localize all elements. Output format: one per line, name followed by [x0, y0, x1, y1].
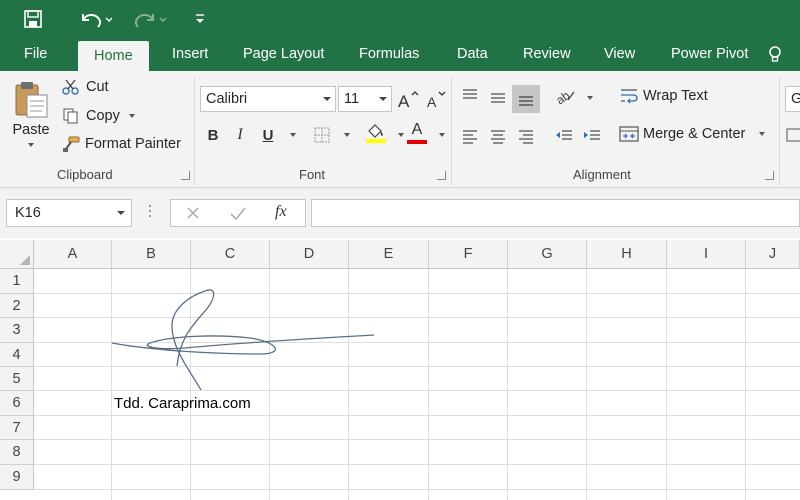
number-format-value: G — [791, 91, 800, 107]
ribbon: Paste Cut Copy Format Painter Clipboard … — [0, 71, 800, 188]
group-separator — [779, 77, 780, 185]
tab-page-layout[interactable]: Page Layout — [243, 38, 324, 71]
wrap-text-icon — [621, 89, 638, 104]
underline-button[interactable]: U — [256, 123, 280, 147]
number-format-select[interactable]: G — [785, 86, 800, 112]
align-center-icon[interactable] — [486, 124, 510, 148]
tab-power-pivot[interactable]: Power Pivot — [671, 38, 748, 71]
format-painter-button[interactable]: Format Painter — [62, 135, 181, 153]
paintbrush-icon — [63, 136, 80, 152]
font-group-label: Font — [299, 167, 326, 182]
tab-formulas[interactable]: Formulas — [359, 38, 419, 71]
ribbon-tabs: File Home Insert Page Layout Formulas Da… — [0, 38, 800, 71]
clipboard-icon — [15, 82, 48, 118]
decrease-font-size-icon[interactable]: A — [424, 87, 448, 111]
copy-dropdown-icon[interactable] — [128, 114, 135, 118]
tab-review[interactable]: Review — [523, 38, 571, 71]
italic-button[interactable]: I — [228, 123, 252, 147]
copy-button[interactable]: Copy — [62, 107, 135, 125]
name-box[interactable]: K16 — [6, 199, 132, 227]
redo-icon[interactable] — [128, 6, 170, 32]
paste-button[interactable]: Paste — [12, 79, 50, 147]
merge-center-label: Merge & Center — [643, 126, 746, 142]
merge-center-dropdown-icon[interactable] — [759, 132, 766, 136]
copy-icon — [63, 108, 78, 124]
tab-insert[interactable]: Insert — [172, 38, 208, 71]
tab-home[interactable]: Home — [78, 41, 149, 71]
increase-indent-icon[interactable] — [580, 124, 604, 148]
formula-bar-resize-handle[interactable] — [148, 202, 152, 224]
paste-label: Paste — [12, 122, 50, 138]
tab-file[interactable]: File — [24, 38, 47, 71]
tab-data[interactable]: Data — [457, 38, 488, 71]
cut-label: Cut — [86, 79, 109, 95]
borders-dropdown-icon[interactable] — [332, 123, 356, 147]
font-color-swatch — [407, 140, 427, 144]
align-top-icon[interactable] — [458, 83, 482, 107]
alignment-group-label: Alignment — [573, 167, 631, 182]
bold-button[interactable]: B — [201, 123, 225, 147]
undo-icon[interactable] — [74, 6, 116, 32]
enter-checkmark-icon[interactable] — [229, 205, 247, 226]
wrap-text-label: Wrap Text — [643, 88, 708, 104]
accounting-format-icon[interactable] — [786, 123, 800, 147]
font-color-button[interactable]: A — [405, 121, 429, 145]
clipboard-launcher-icon[interactable] — [181, 171, 190, 180]
tab-view[interactable]: View — [604, 38, 635, 71]
font-size-value: 11 — [344, 91, 360, 107]
quick-access-toolbar — [0, 0, 800, 38]
formula-input[interactable] — [311, 199, 800, 227]
merge-center-icon — [619, 126, 639, 142]
align-left-icon[interactable] — [458, 124, 482, 148]
align-middle-icon[interactable] — [486, 86, 510, 110]
name-box-value: K16 — [15, 205, 41, 221]
align-bottom-icon[interactable] — [512, 85, 540, 113]
font-color-letter: A — [411, 121, 423, 138]
cancel-icon[interactable] — [185, 205, 201, 226]
scissors-icon — [62, 79, 79, 95]
svg-text:A: A — [398, 92, 410, 109]
copy-label: Copy — [86, 108, 120, 124]
increase-font-size-icon[interactable]: A — [396, 87, 420, 111]
underline-dropdown-icon[interactable] — [278, 123, 302, 147]
insert-function-button[interactable]: fx — [275, 203, 287, 221]
orientation-dropdown-icon[interactable] — [575, 86, 599, 110]
worksheet-grid[interactable]: ABCDEFGHIJ 123456789 Tdd. Caraprima.com — [0, 238, 800, 500]
format-painter-label: Format Painter — [85, 136, 181, 152]
signature-image[interactable] — [0, 238, 800, 500]
save-icon[interactable] — [18, 6, 48, 32]
orientation-icon[interactable]: ab — [553, 84, 577, 108]
fill-color-icon[interactable] — [364, 121, 388, 145]
alignment-launcher-icon[interactable] — [765, 171, 774, 180]
wrap-text-button[interactable]: Wrap Text — [619, 87, 708, 105]
group-separator — [451, 77, 452, 185]
formula-buttons: fx — [170, 199, 306, 227]
formula-bar: K16 fx — [0, 188, 800, 238]
decrease-indent-icon[interactable] — [552, 124, 576, 148]
group-separator — [194, 77, 195, 185]
font-name-select[interactable]: Calibri — [200, 86, 336, 112]
font-size-select[interactable]: 11 — [338, 86, 392, 112]
font-name-value: Calibri — [206, 91, 248, 107]
borders-icon[interactable] — [310, 123, 334, 147]
align-right-icon[interactable] — [514, 124, 538, 148]
font-color-dropdown-icon[interactable] — [427, 123, 451, 147]
paste-dropdown-icon[interactable] — [28, 143, 34, 147]
clipboard-group-label: Clipboard — [57, 167, 113, 182]
customize-qat-icon[interactable] — [190, 6, 210, 32]
font-launcher-icon[interactable] — [437, 171, 446, 180]
merge-center-button[interactable]: Merge & Center — [619, 125, 766, 143]
cut-button[interactable]: Cut — [62, 78, 109, 96]
svg-text:A: A — [427, 94, 437, 109]
lightbulb-icon[interactable] — [768, 38, 782, 71]
